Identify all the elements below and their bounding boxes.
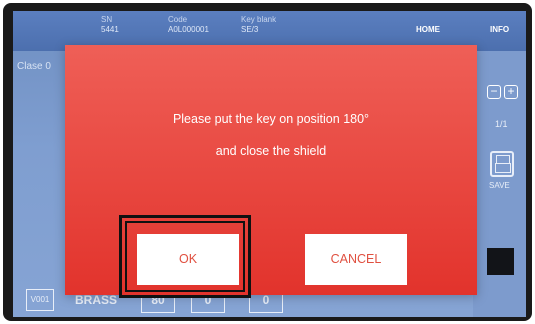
plus-button[interactable]: + [504,85,518,99]
info-button[interactable]: INFO [490,25,509,34]
version-badge: V001 [26,289,54,311]
dialog-message-line2: and close the shield [215,144,327,158]
header-code-label: Code [168,15,188,24]
header-sn-value: 5441 [101,25,119,34]
material-label: BRASS [75,293,118,307]
save-icon[interactable] [490,151,514,177]
header-keyblank-label: Key blank [241,15,277,24]
home-button[interactable]: HOME [416,25,440,34]
device-bezel: SN 5441 Code A0L000001 Key blank SE/3 HO… [0,0,535,324]
header-keyblank: Key blank SE/3 [241,15,276,35]
screen-frame: SN 5441 Code A0L000001 Key blank SE/3 HO… [3,3,532,321]
header-keyblank-value: SE/3 [241,25,259,34]
stop-button[interactable] [487,248,514,275]
save-label[interactable]: SAVE [489,181,510,190]
header-sn: SN 5441 [101,15,119,35]
header-code: Code A0L000001 [168,15,209,35]
cancel-button[interactable]: CANCEL [305,234,407,285]
ok-button-highlight-inner [125,221,245,292]
header-code-value: A0L000001 [168,25,209,34]
background-sub-label: Clase 0 [17,61,51,72]
dialog-message-line1: Please put the key on position 180° [172,112,370,126]
ok-button-highlight-frame [119,215,251,298]
touch-screen: SN 5441 Code A0L000001 Key blank SE/3 HO… [13,11,526,317]
header-sn-label: SN [101,15,113,24]
page-indicator: 1/1 [495,119,508,129]
minus-button[interactable]: − [487,85,501,99]
